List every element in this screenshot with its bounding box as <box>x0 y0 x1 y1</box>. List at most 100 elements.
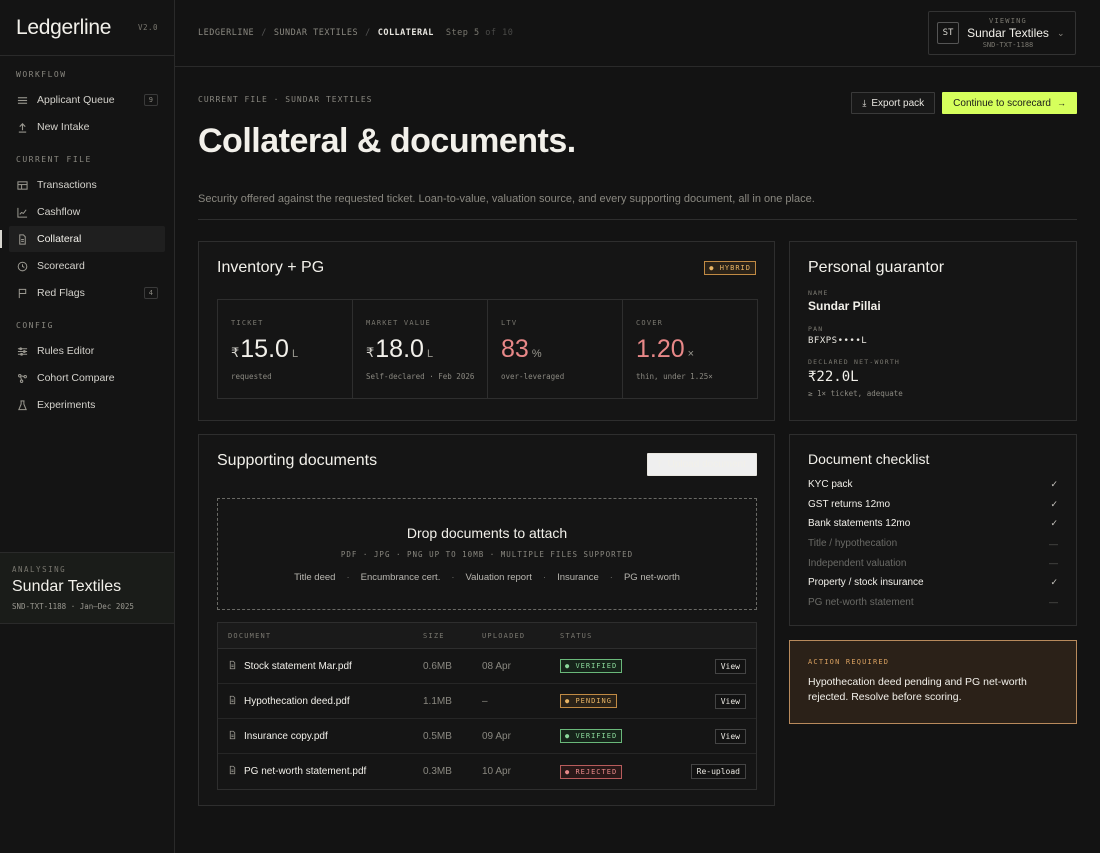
guarantor-pan-label: PAN <box>808 325 824 333</box>
checklist-label: KYC pack <box>808 479 853 491</box>
step-label: Step 5 <box>445 28 480 38</box>
document-size: 0.5MB <box>423 730 452 742</box>
sidebar-item-cashflow[interactable]: Cashflow <box>9 199 165 225</box>
checklist-item: Title / hypothecation — <box>808 534 1058 554</box>
analysing-card[interactable]: ANALYSING Sundar Textiles SND-TXT-1188 ·… <box>0 552 174 624</box>
table-row[interactable]: Stock statement Mar.pdf 0.6MB 08 Apr ● VERI… <box>218 649 756 684</box>
metric-number: 15.0 <box>240 335 289 363</box>
metric-value: ₹15.0 L <box>231 335 339 364</box>
metric-number: 1.20 <box>636 335 685 363</box>
check-icon: ✓ <box>1050 518 1058 529</box>
arrow-right-icon: → <box>1057 98 1066 108</box>
document-size: 0.6MB <box>423 660 452 672</box>
checklist-item: Bank statements 12mo ✓ <box>808 514 1058 534</box>
checklist-items: KYC pack ✓ GST returns 12mo ✓ Bank statement… <box>808 475 1058 612</box>
metric-number: 18.0 <box>375 335 424 363</box>
content: CURRENT FILE · SUNDAR TEXTILES Collatera… <box>198 67 1077 806</box>
network-icon <box>16 372 28 384</box>
checklist-label: PG net-worth statement <box>808 596 914 608</box>
breadcrumb-sundar-textiles[interactable]: SUNDAR TEXTILES <box>274 28 358 38</box>
sidebar-item-label: Applicant Queue <box>37 94 115 106</box>
viewing-name: Sundar Textiles <box>967 26 1049 40</box>
view-button[interactable]: View <box>714 728 746 744</box>
file-icon <box>228 695 237 708</box>
list-icon <box>16 94 28 106</box>
document-icon <box>16 233 28 245</box>
view-button[interactable]: View <box>714 693 746 709</box>
table-row[interactable]: Hypothecation deed.pdf 1.1MB – ● PENDING Vie… <box>218 684 756 719</box>
alert-label: ACTION REQUIRED <box>808 658 890 666</box>
document-name: Insurance copy.pdf <box>244 730 328 742</box>
re-upload-button[interactable]: Re-upload <box>690 764 746 779</box>
topbar: LEDGERLINE / SUNDAR TEXTILES / COLLATERA… <box>175 0 1100 67</box>
separator-dot: · <box>451 572 455 583</box>
status-badge: ● REJECTED <box>560 764 623 779</box>
document-name: PG net-worth statement.pdf <box>244 766 367 777</box>
separator-dot: · <box>346 572 350 583</box>
sidebar-nav: WORKFLOW Applicant Queue 9 New Intake CURREN… <box>0 56 174 418</box>
sidebar-item-applicant-queue[interactable]: Applicant Queue 9 <box>9 87 165 113</box>
documents-panel: Supporting documents ⤒ Upload document Dr… <box>198 434 775 806</box>
sidebar-item-transactions[interactable]: Transactions <box>9 172 165 198</box>
document-cell: Insurance copy.pdf <box>218 730 423 743</box>
checklist-label: GST returns 12mo <box>808 498 891 510</box>
sidebar-item-red-flags[interactable]: Red Flags 4 <box>9 280 165 306</box>
dropzone-types: Title deed · Encumbrance cert. · Valuation r… <box>218 572 756 583</box>
metrics-grid: TICKET ₹15.0 Lrequested MARKET VALUE ₹18.0 L S… <box>217 299 758 399</box>
sidebar-item-collateral[interactable]: Collateral <box>0 226 165 252</box>
continue-to-scorecard-button[interactable]: Continue to scorecard → <box>942 92 1077 114</box>
metric-note: over-leveraged <box>501 372 565 381</box>
checklist-item: GST returns 12mo ✓ <box>808 495 1058 515</box>
check-icon: ✓ <box>1050 479 1058 490</box>
metric-value: ₹18.0 L <box>366 335 474 364</box>
count-badge: 9 <box>143 94 158 106</box>
nav-heading: CURRENT FILE <box>16 155 92 164</box>
actions-cell: View <box>670 658 756 674</box>
nav-heading: CONFIG <box>16 321 54 330</box>
breadcrumb-separator: / <box>365 28 371 38</box>
download-icon: ⤓ <box>862 97 867 108</box>
divider <box>198 219 1077 220</box>
viewing-switcher[interactable]: ST VIEWING Sundar Textiles SND-TXT-1188 … <box>928 11 1076 55</box>
sidebar-item-label: New Intake <box>37 121 90 133</box>
dash-icon: — <box>1049 538 1058 549</box>
file-icon <box>228 730 237 743</box>
currency-symbol: ₹ <box>366 345 375 360</box>
upload-document-button[interactable]: ⤒ Upload document <box>646 453 757 476</box>
separator-dot: · <box>542 572 547 583</box>
sidebar-item-rules-editor[interactable]: Rules Editor <box>9 338 165 364</box>
sidebar-item-scorecard[interactable]: Scorecard <box>9 253 165 279</box>
dash-icon: — <box>1049 597 1058 608</box>
dropzone-subtitle: PDF · JPG · PNG UP TO 10MB · MULTIPLE FI… <box>340 550 634 559</box>
document-uploaded: 09 Apr <box>482 730 511 742</box>
table-row[interactable]: PG net-worth statement.pdf 0.3MB 10 Apr ● R… <box>218 754 756 789</box>
check-icon: ✓ <box>1050 577 1058 588</box>
sidebar-item-new-intake[interactable]: New Intake <box>9 114 165 140</box>
guarantor-name: Sundar Pillai <box>808 299 881 313</box>
sidebar-item-cohort-compare[interactable]: Cohort Compare <box>9 365 165 391</box>
sidebar-item-label: Rules Editor <box>37 345 95 357</box>
sidebar-item-experiments[interactable]: Experiments <box>9 392 165 418</box>
table-body: Stock statement Mar.pdf 0.6MB 08 Apr ● VERI… <box>218 649 756 789</box>
status-label: VERIFIED <box>575 662 618 670</box>
brand-name[interactable]: Ledgerline <box>16 16 111 40</box>
status-cell: ● VERIFIED <box>560 729 670 743</box>
breadcrumb-ledgerline[interactable]: LEDGERLINE <box>198 28 254 38</box>
step-of: of 10 <box>485 28 514 38</box>
guarantor-networth: ₹22.0L <box>808 369 859 385</box>
export-pack-button[interactable]: ⤓ Export pack <box>851 92 936 114</box>
status-label: PENDING <box>575 697 612 705</box>
viewing-text: VIEWING Sundar Textiles SND-TXT-1188 <box>959 17 1057 49</box>
status-cell: ● VERIFIED <box>560 659 670 673</box>
document-cell: Hypothecation deed.pdf <box>218 695 423 708</box>
view-button[interactable]: View <box>714 658 746 674</box>
document-cell: Stock statement Mar.pdf <box>218 660 423 673</box>
status-badge: ● PENDING <box>560 694 617 708</box>
nav-group: CURRENT FILE Transactions Cashflow Collater… <box>0 141 174 306</box>
dropzone[interactable]: Drop documents to attach PDF · JPG · PNG… <box>217 498 757 610</box>
hybrid-tag-label: HYBRID <box>719 264 751 272</box>
analysing-label: ANALYSING <box>12 565 67 574</box>
table-row[interactable]: Insurance copy.pdf 0.5MB 09 Apr ● VERIFIED V… <box>218 719 756 754</box>
metric-label: LTV <box>501 319 518 327</box>
metric-label: MARKET VALUE <box>366 319 431 327</box>
